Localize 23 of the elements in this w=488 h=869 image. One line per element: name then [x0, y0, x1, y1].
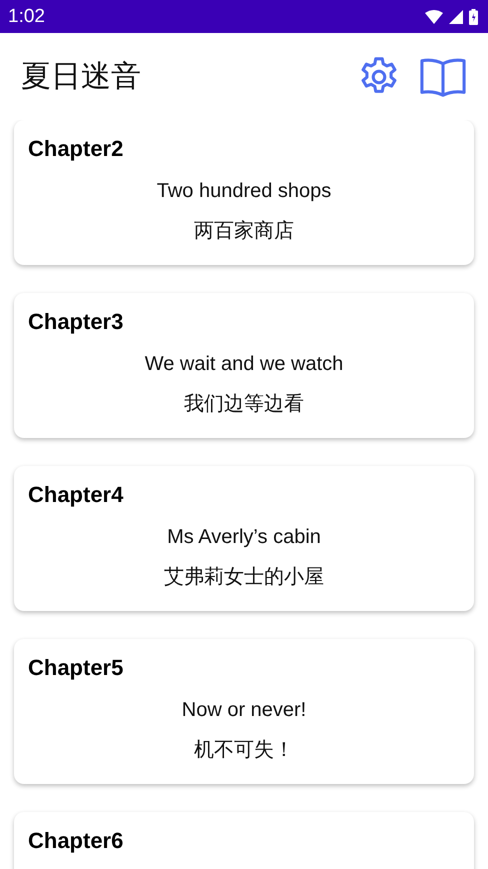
status-time: 1:02 [8, 6, 45, 28]
chapter-card[interactable]: Chapter3 We wait and we watch 我们边等边看 [14, 293, 474, 438]
chapter-card[interactable]: Chapter5 Now or never! 机不可失！ [14, 639, 474, 784]
chapter-card[interactable]: Chapter4 Ms Averly’s cabin 艾弗莉女士的小屋 [14, 466, 474, 611]
chapter-title: Chapter4 [28, 482, 124, 508]
english-title: Ms Averly’s cabin [167, 526, 321, 549]
english-title: We wait and we watch [144, 353, 344, 376]
chapter-title: Chapter3 [28, 309, 124, 335]
chapter-card[interactable]: Chapter6 [14, 812, 474, 869]
chinese-title: 机不可失！ [194, 738, 294, 763]
chapter-title: Chapter5 [28, 655, 124, 681]
chapter-title: Chapter6 [28, 828, 124, 854]
chapter-title: Chapter2 [28, 136, 124, 162]
wifi-icon [425, 10, 443, 24]
english-title: Now or never! [182, 699, 306, 722]
battery-icon [469, 8, 478, 24]
chinese-title: 我们边等边看 [184, 392, 304, 417]
app-title: 夏日迷音 [21, 59, 141, 95]
chapter-card[interactable]: Chapter2 Two hundred shops 两百家商店 [14, 120, 474, 265]
english-title: Two hundred shops [156, 180, 332, 203]
chinese-title: 两百家商店 [194, 219, 294, 244]
signal-icon [449, 10, 463, 24]
chinese-title: 艾弗莉女士的小屋 [164, 565, 324, 590]
